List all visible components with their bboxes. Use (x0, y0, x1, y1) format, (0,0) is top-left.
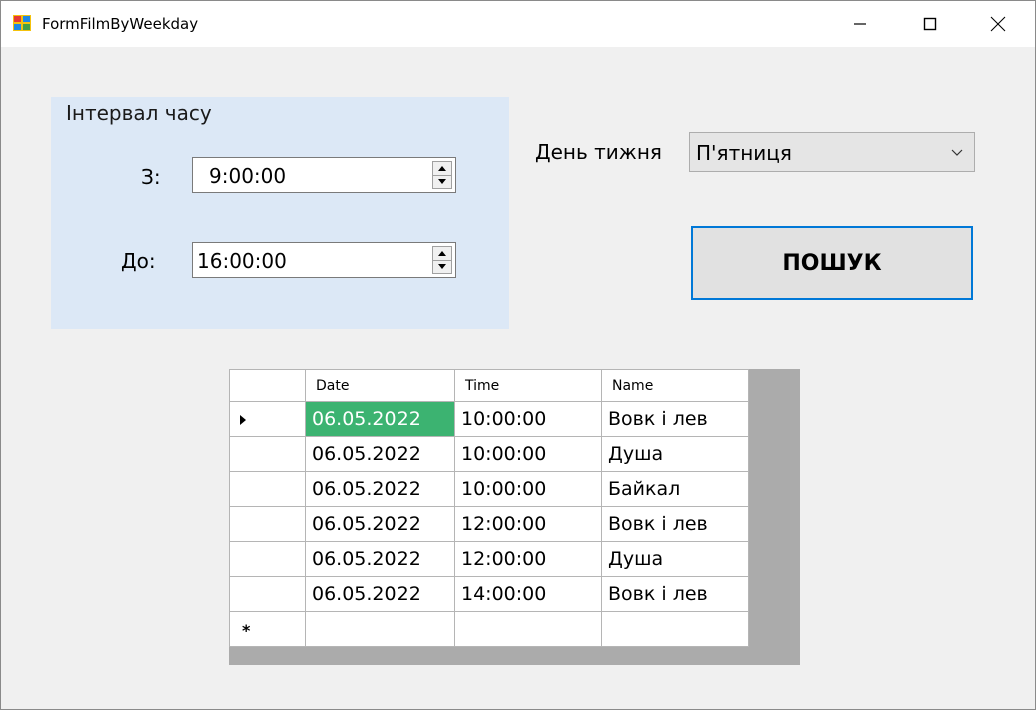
weekday-selected-value: П'ятниця (696, 141, 792, 165)
column-header-time[interactable]: Time (454, 369, 602, 402)
row-header[interactable] (229, 471, 306, 507)
weekday-dropdown[interactable]: П'ятниця (689, 132, 975, 172)
to-label: До: (121, 249, 156, 273)
table-row[interactable]: 06.05.2022 10:00:00 Душа (229, 436, 749, 472)
to-time-picker[interactable]: 16:00:00 (192, 242, 456, 278)
table-row[interactable]: 06.05.2022 12:00:00 Вовк і лев (229, 506, 749, 542)
spin-up-icon (438, 166, 446, 171)
row-header[interactable]: * (229, 611, 306, 647)
spin-down-icon (438, 264, 446, 269)
new-row-marker: * (242, 621, 251, 640)
minimize-icon (854, 23, 866, 25)
cell-name[interactable]: Душа (601, 541, 749, 577)
search-button[interactable]: ПОШУК (691, 226, 973, 300)
row-header[interactable] (229, 436, 306, 472)
table-row[interactable]: 06.05.2022 10:00:00 Вовк і лев (229, 401, 749, 437)
row-pointer-icon (240, 415, 246, 425)
dropdown-arrow-icon (951, 149, 963, 156)
header-row: Date Time Name (229, 369, 749, 402)
cell-name[interactable]: Душа (601, 436, 749, 472)
close-icon (990, 16, 1006, 32)
maximize-button[interactable] (907, 1, 953, 47)
to-spin-up-button[interactable] (433, 247, 451, 261)
row-header[interactable] (229, 506, 306, 542)
cell-time[interactable]: 12:00:00 (454, 541, 602, 577)
cell-time[interactable]: 10:00:00 (454, 471, 602, 507)
cell-date-new[interactable] (305, 611, 455, 647)
cell-date[interactable]: 06.05.2022 (305, 401, 455, 437)
cell-date[interactable]: 06.05.2022 (305, 541, 455, 577)
row-header[interactable] (229, 576, 306, 612)
from-time-value: 9:00:00 (209, 164, 287, 188)
table-row[interactable]: 06.05.2022 12:00:00 Душа (229, 541, 749, 577)
cell-name[interactable]: Байкал (601, 471, 749, 507)
group-title: Інтервал часу (66, 101, 212, 125)
title-bar: FormFilmByWeekday (1, 1, 1035, 47)
from-spin-down-button[interactable] (433, 175, 451, 188)
new-row[interactable]: * (229, 611, 749, 647)
cell-time[interactable]: 14:00:00 (454, 576, 602, 612)
cell-name[interactable]: Вовк і лев (601, 506, 749, 542)
column-header-name[interactable]: Name (601, 369, 749, 402)
maximize-icon (923, 17, 937, 31)
column-header-date[interactable]: Date (305, 369, 455, 402)
cell-date[interactable]: 06.05.2022 (305, 506, 455, 542)
spin-up-icon (438, 251, 446, 256)
cell-time[interactable]: 10:00:00 (454, 401, 602, 437)
from-label: З: (141, 165, 161, 189)
cell-name[interactable]: Вовк і лев (601, 576, 749, 612)
cell-date[interactable]: 06.05.2022 (305, 576, 455, 612)
close-button[interactable] (975, 1, 1021, 47)
table-row[interactable]: 06.05.2022 14:00:00 Вовк і лев (229, 576, 749, 612)
from-time-picker[interactable]: 9:00:00 (192, 157, 456, 193)
from-spin-buttons (432, 161, 452, 189)
weekday-label: День тижня (535, 140, 662, 164)
from-spin-up-button[interactable] (433, 162, 451, 176)
cell-time-new[interactable] (454, 611, 602, 647)
cell-time[interactable]: 12:00:00 (454, 506, 602, 542)
cell-name[interactable]: Вовк і лев (601, 401, 749, 437)
cell-time[interactable]: 10:00:00 (454, 436, 602, 472)
spin-down-icon (438, 179, 446, 184)
cell-date[interactable]: 06.05.2022 (305, 471, 455, 507)
results-grid[interactable]: Date Time Name 06.05.2022 10:00:00 Вовк … (229, 369, 800, 665)
time-interval-group: Інтервал часу З: 9:00:00 До: 16:00:00 (51, 97, 509, 329)
to-spin-down-button[interactable] (433, 260, 451, 273)
table-row[interactable]: 06.05.2022 10:00:00 Байкал (229, 471, 749, 507)
results-table: Date Time Name 06.05.2022 10:00:00 Вовк … (229, 369, 749, 647)
app-window: FormFilmByWeekday Інтервал часу З: 9:00:… (0, 0, 1036, 710)
to-time-value: 16:00:00 (197, 249, 287, 273)
cell-name-new[interactable] (601, 611, 749, 647)
row-header[interactable] (229, 401, 306, 437)
row-header[interactable] (229, 541, 306, 577)
cell-date[interactable]: 06.05.2022 (305, 436, 455, 472)
minimize-button[interactable] (837, 1, 883, 47)
corner-header[interactable] (229, 369, 306, 402)
app-icon (13, 15, 31, 31)
window-title: FormFilmByWeekday (42, 15, 199, 33)
to-spin-buttons (432, 246, 452, 274)
